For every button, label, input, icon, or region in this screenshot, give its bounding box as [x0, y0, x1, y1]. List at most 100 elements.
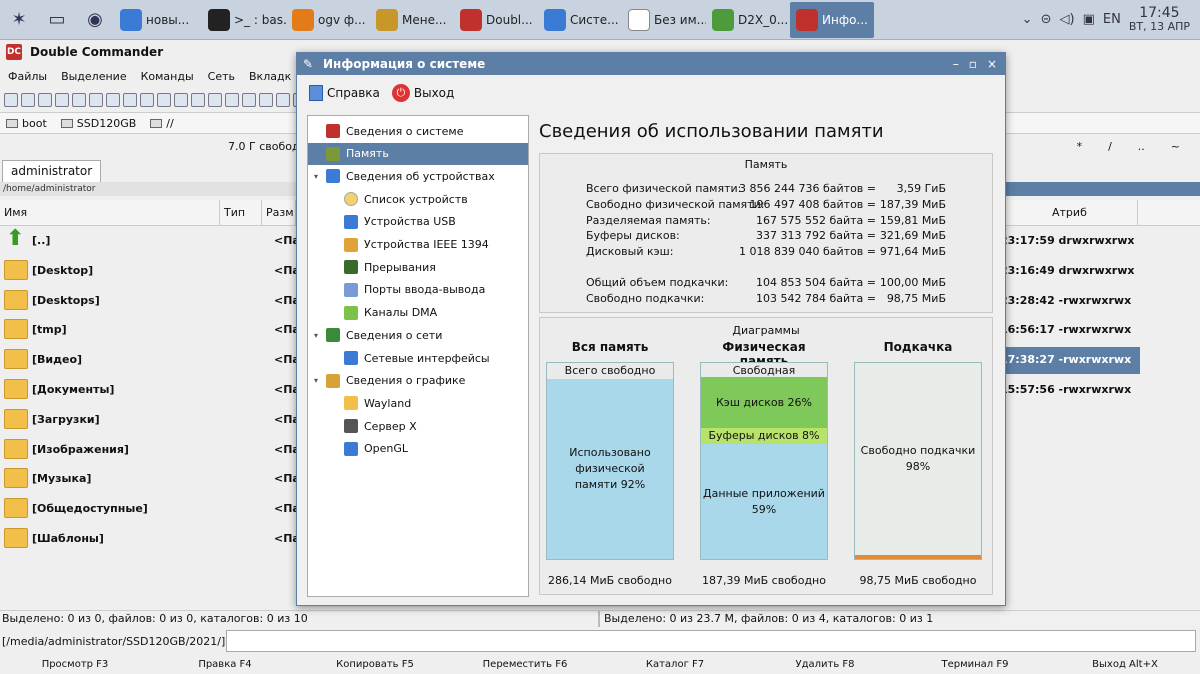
chevron-down-icon[interactable]: ⌄ [1022, 12, 1033, 27]
toolbar-button-icon[interactable] [276, 93, 290, 107]
memory-icon [326, 146, 340, 161]
drive-label: SSD120GB [76, 116, 137, 130]
tree-item[interactable]: Сервер X [332, 415, 417, 437]
toolbar-button-icon[interactable] [157, 93, 171, 107]
path-shortcut-button[interactable]: * [1077, 140, 1083, 153]
tree-item-label: Прерывания [364, 260, 436, 274]
column-attr[interactable]: Атриб [1048, 200, 1138, 226]
close-button[interactable]: × [987, 57, 997, 71]
taskbar-task-label: Мене... [402, 12, 447, 27]
tree-item[interactable]: Память [308, 142, 528, 165]
start-menu-icon[interactable]: ✶ [4, 5, 34, 35]
diagram-footer: 187,39 МиБ свободно [702, 574, 826, 587]
toolbar-button-icon[interactable] [174, 93, 188, 107]
expand-chevron-icon[interactable]: ▾ [314, 376, 326, 385]
menu-item[interactable]: Файлы [8, 70, 47, 83]
tree-item[interactable]: OpenGL [332, 438, 408, 460]
toolbar-button-icon[interactable] [259, 93, 273, 107]
toolbar-button-icon[interactable] [72, 93, 86, 107]
diagram-bar: Свободно подкачки 98% [854, 362, 982, 560]
maximize-button[interactable]: ▫ [969, 57, 977, 71]
tree-item[interactable]: Wayland [332, 392, 411, 414]
column-name[interactable]: Имя [0, 200, 220, 226]
network-status-icon[interactable]: ▣ [1083, 12, 1095, 27]
windows-icon[interactable]: ▭ [42, 5, 72, 35]
right-panel-path[interactable] [1000, 182, 1200, 196]
function-key-button[interactable]: Удалить F8 [750, 656, 900, 674]
column-type[interactable]: Тип [220, 200, 262, 226]
menu-item[interactable]: Выделение [61, 70, 127, 83]
toolbar-button-icon[interactable] [225, 93, 239, 107]
tree-item[interactable]: ▾ Сведения о сети [314, 324, 442, 346]
column-size[interactable]: Разм [262, 200, 296, 226]
toolbar-button-icon[interactable] [242, 93, 256, 107]
toolbar-button-icon[interactable] [106, 93, 120, 107]
path-shortcut-button[interactable]: / [1108, 140, 1112, 153]
tree-item[interactable]: Список устройств [332, 188, 468, 210]
tree-item[interactable]: Устройства USB [332, 211, 456, 233]
file-name: [tmp] [32, 323, 67, 337]
status-right: Выделено: 0 из 23.7 M, файлов: 0 из 4, к… [604, 612, 934, 625]
expand-chevron-icon[interactable]: ▾ [314, 172, 326, 181]
command-input[interactable] [226, 630, 1196, 652]
drive-button[interactable]: boot [6, 117, 47, 130]
switch-icon[interactable]: ◉ [80, 5, 110, 35]
taskbar-task[interactable]: Инфо... [790, 1, 874, 38]
path-shortcut-button[interactable]: .. [1138, 140, 1145, 153]
taskbar-task[interactable]: >_ : bas... [202, 2, 286, 38]
tree-item[interactable]: ▾ Сведения об устройствах [314, 165, 495, 187]
tab-administrator[interactable]: administrator [2, 160, 102, 182]
taskbar-task[interactable]: ogv ф... [286, 2, 370, 38]
tree-item[interactable]: Устройства IEEE 1394 [332, 234, 489, 256]
taskbar-task[interactable]: Без им... [622, 2, 706, 38]
menu-item[interactable]: Вкладк [249, 70, 291, 83]
menu-item[interactable]: Команды [141, 70, 194, 83]
taskbar-task[interactable]: Систе... [538, 2, 622, 38]
tree-item[interactable]: Порты ввода-вывода [332, 279, 485, 301]
toolbar-button-icon[interactable] [89, 93, 103, 107]
drive-button[interactable]: SSD120GB [60, 116, 137, 130]
minimize-button[interactable]: – [953, 57, 959, 71]
function-key-button[interactable]: Правка F4 [150, 656, 300, 674]
taskbar-task[interactable]: D2X_0... [706, 2, 790, 38]
tree-item[interactable]: Каналы DMA [332, 302, 437, 324]
toolbar-button-icon[interactable] [140, 93, 154, 107]
tree-item[interactable]: Сетевые интерфейсы [332, 347, 490, 369]
book-icon [309, 85, 323, 101]
tree-item[interactable]: Прерывания [332, 256, 436, 278]
keyboard-layout[interactable]: EN [1103, 12, 1121, 27]
firefox-icon [292, 8, 314, 31]
expand-chevron-icon[interactable]: ▾ [314, 331, 326, 340]
tree-item[interactable]: ▾ Сведения о графике [314, 370, 465, 392]
path-shortcut-button[interactable]: ~ [1171, 140, 1180, 153]
toolbar-button-icon[interactable] [208, 93, 222, 107]
clock[interactable]: 17:45 ВТ, 13 АПР [1129, 6, 1190, 33]
taskbar-task[interactable]: новы... [114, 2, 202, 38]
drive-button[interactable]: // [150, 117, 174, 130]
volume-icon[interactable]: ◁) [1059, 12, 1074, 27]
taskbar-task[interactable]: Doubl... [454, 2, 538, 38]
toolbar-button-icon[interactable] [38, 93, 52, 107]
tree-item[interactable]: Сведения о системе [314, 120, 463, 142]
tree-item-label: Сведения об устройствах [346, 169, 495, 183]
help-button[interactable]: Справка [309, 85, 380, 101]
function-key-button[interactable]: Переместить F6 [450, 656, 600, 674]
exit-button[interactable]: ⏻ Выход [391, 84, 454, 102]
function-key-button[interactable]: Копировать F5 [300, 656, 450, 674]
taskbar-task[interactable]: Мене... [370, 2, 454, 38]
function-key-button[interactable]: Просмотр F3 [0, 656, 150, 674]
memory-row: Свободно физической памяти: 196 497 408 б… [586, 198, 946, 213]
toolbar-button-icon[interactable] [123, 93, 137, 107]
toolbar-button-icon[interactable] [191, 93, 205, 107]
memory-human: 100,00 МиБ [879, 276, 946, 289]
function-key-button[interactable]: Выход Alt+X [1050, 656, 1200, 674]
toolbar-button-icon[interactable] [4, 93, 18, 107]
menu-item[interactable]: Сеть [208, 70, 235, 83]
function-key-button[interactable]: Каталог F7 [600, 656, 750, 674]
diagram-footer: 286,14 МиБ свободно [548, 574, 672, 587]
toolbar-button-icon[interactable] [21, 93, 35, 107]
function-key-button[interactable]: Терминал F9 [900, 656, 1050, 674]
toolbar-button-icon[interactable] [55, 93, 69, 107]
diagram-title: Физическая память [722, 340, 806, 368]
usb-icon[interactable]: ⊝ [1041, 12, 1052, 27]
